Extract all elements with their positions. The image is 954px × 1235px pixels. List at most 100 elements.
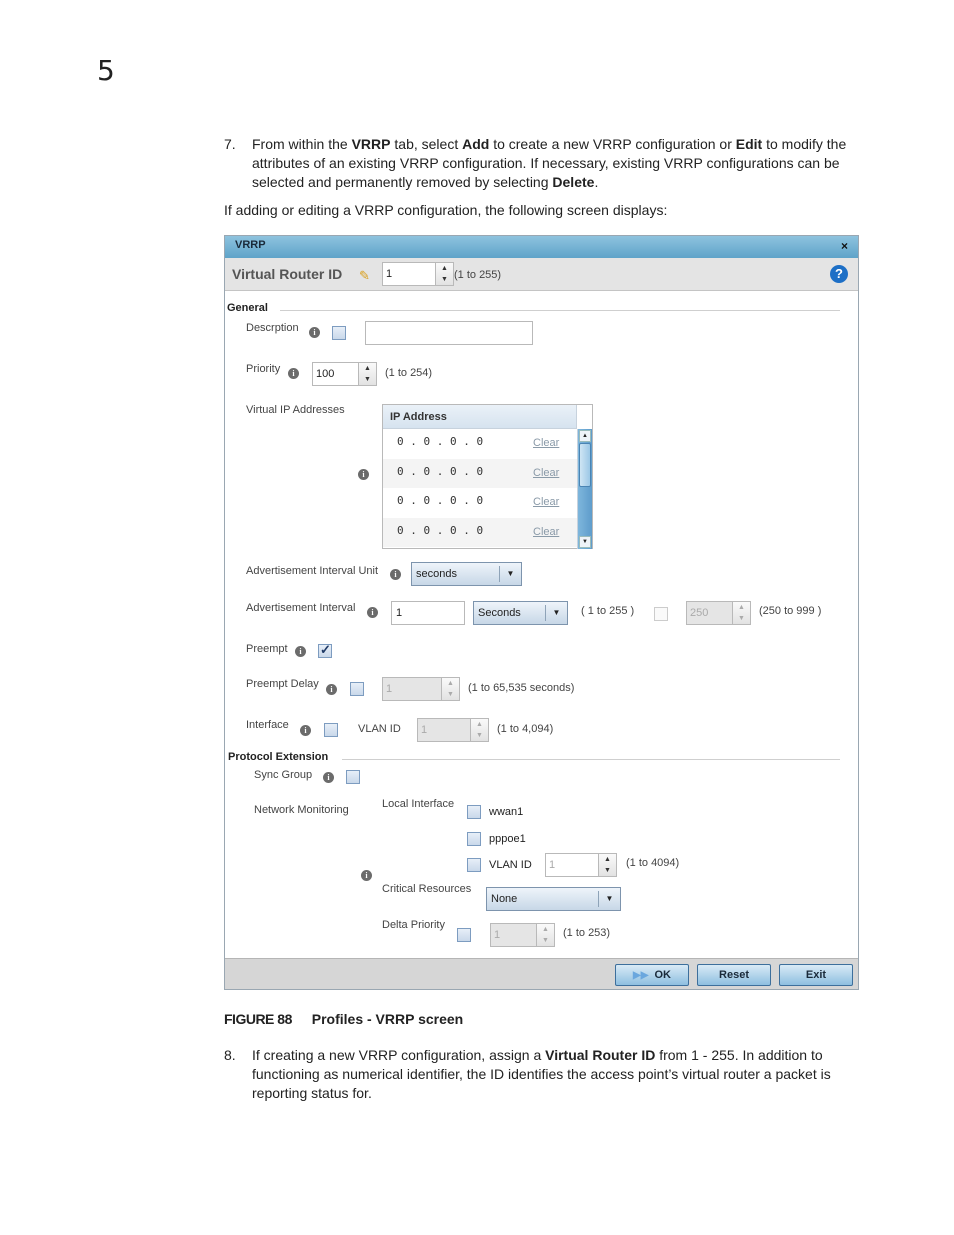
interface-checkbox[interactable] [324, 723, 338, 737]
table-scrollbar[interactable]: ▲ ▼ [577, 429, 592, 549]
dialog-titlebar: VRRP × [225, 236, 858, 258]
delta-priority-stepper[interactable]: 1 ▲ ▼ [490, 923, 555, 947]
table-row: 0 . 0 . 0 . 0 Clear [383, 459, 577, 488]
pppoe1-checkbox[interactable] [467, 832, 481, 846]
preempt-label: Preempt [246, 643, 288, 655]
delta-priority-range: (1 to 253) [563, 927, 611, 939]
ok-label: OK [654, 969, 671, 981]
stepper-value: 1 [386, 268, 393, 280]
text: From within the [252, 136, 352, 152]
info-icon: i [288, 368, 299, 379]
term-delete: Delete [552, 174, 595, 190]
help-icon[interactable]: ? [830, 265, 848, 283]
stepper-down-icon[interactable]: ▼ [733, 613, 750, 624]
clear-link[interactable]: Clear [533, 467, 559, 479]
delta-priority-checkbox[interactable] [457, 928, 471, 942]
stepper-up-icon[interactable]: ▲ [599, 854, 616, 865]
description-input[interactable] [365, 321, 533, 345]
stepper-down-icon[interactable]: ▼ [442, 689, 459, 700]
ok-button[interactable]: ▶▶ OK [615, 964, 689, 986]
wwan1-label: wwan1 [489, 806, 524, 818]
term-vrrp: VRRP [351, 136, 391, 152]
dialog-footer: ▶▶ OK Reset Exit [225, 958, 858, 989]
table-row: 0 . 0 . 0 . 0 Clear [383, 518, 577, 547]
chapter-number: 5 [97, 54, 115, 87]
info-icon: i [300, 725, 311, 736]
adv-interval-unit-label: Advertisement Interval Unit [246, 565, 379, 577]
stepper-down-icon[interactable]: ▼ [359, 374, 376, 385]
stepper-up-icon[interactable]: ▲ [442, 678, 459, 689]
clear-link[interactable]: Clear [533, 496, 559, 508]
critical-resources-select[interactable]: None ▼ [486, 887, 621, 911]
scroll-up-icon[interactable]: ▲ [579, 430, 591, 442]
nm-vlan-label: VLAN ID [489, 859, 532, 871]
stepper-up-icon[interactable]: ▲ [471, 719, 488, 730]
adv-interval-input[interactable]: 1 [391, 601, 465, 625]
close-icon[interactable]: × [841, 239, 848, 253]
description-label: Descrption [246, 322, 299, 334]
priority-range: (1 to 254) [385, 367, 433, 379]
priority-stepper[interactable]: 100 ▲ ▼ [312, 362, 377, 386]
ip-address-header: IP Address [383, 405, 577, 429]
stepper-down-icon[interactable]: ▼ [436, 274, 453, 285]
ip-address-input[interactable]: 0 . 0 . 0 . 0 [397, 494, 483, 507]
virtual-router-id-stepper[interactable]: 1 ▲ ▼ [382, 262, 454, 286]
ip-address-input[interactable]: 0 . 0 . 0 . 0 [397, 465, 483, 478]
chevron-down-icon: ▼ [499, 566, 521, 582]
info-icon: i [361, 870, 372, 881]
scroll-down-icon[interactable]: ▼ [579, 536, 591, 548]
stepper-up-icon[interactable]: ▲ [436, 263, 453, 274]
adv-interval-unit-dropdown[interactable]: Seconds ▼ [473, 601, 568, 625]
fast-forward-icon: ▶▶ [633, 970, 649, 981]
stepper-down-icon[interactable]: ▼ [599, 865, 616, 876]
ip-address-input[interactable]: 0 . 0 . 0 . 0 [397, 435, 483, 448]
stepper-value: 1 [421, 724, 428, 736]
stepper-value: 1 [386, 683, 393, 695]
ip-address-table: IP Address 0 . 0 . 0 . 0 Clear 0 . 0 . 0… [382, 404, 593, 549]
stepper-down-icon[interactable]: ▼ [471, 730, 488, 741]
term-virtual-router-id: Virtual Router ID [545, 1047, 656, 1063]
stepper-up-icon[interactable]: ▲ [537, 924, 554, 935]
section-general: General [227, 302, 268, 314]
sync-group-checkbox[interactable] [346, 770, 360, 784]
nm-vlan-stepper[interactable]: 1 ▲ ▼ [545, 853, 617, 877]
wwan1-checkbox[interactable] [467, 805, 481, 819]
critical-resources-label: Critical Resources [382, 883, 472, 895]
preempt-checkbox[interactable] [318, 642, 332, 658]
adv-ms-range: (250 to 999 ) [759, 605, 822, 617]
adv-interval-range: ( 1 to 255 ) [581, 605, 635, 617]
vrrp-dialog: VRRP × Virtual Router ID ✎ 1 ▲ ▼ (1 to 25… [224, 235, 859, 990]
figure-title: Profiles - VRRP screen [311, 1011, 464, 1027]
description-checkbox[interactable] [332, 326, 346, 340]
scroll-thumb[interactable] [579, 443, 591, 487]
text: tab, select [390, 136, 463, 152]
stepper-value: 1 [494, 929, 501, 941]
preempt-delay-stepper[interactable]: 1 ▲ ▼ [382, 677, 460, 701]
nm-vlan-checkbox[interactable] [467, 858, 481, 872]
text: . [594, 174, 599, 190]
clear-link[interactable]: Clear [533, 437, 559, 449]
stepper-down-icon[interactable]: ▼ [537, 935, 554, 946]
preempt-delay-label: Preempt Delay [246, 678, 319, 690]
stepper-up-icon[interactable]: ▲ [733, 602, 750, 613]
ip-address-input[interactable]: 0 . 0 . 0 . 0 [397, 524, 483, 537]
info-icon: i [295, 646, 306, 657]
chevron-down-icon: ▼ [545, 605, 567, 621]
exit-button[interactable]: Exit [779, 964, 853, 986]
adv-interval-unit-select[interactable]: seconds ▼ [411, 562, 522, 586]
text: If creating a new VRRP configuration, as… [252, 1047, 546, 1063]
dialog-title: VRRP [235, 239, 266, 251]
reset-button[interactable]: Reset [697, 964, 771, 986]
local-interface-label: Local Interface [382, 798, 455, 810]
adv-ms-checkbox[interactable] [654, 607, 668, 621]
adv-ms-stepper[interactable]: 250 ▲ ▼ [686, 601, 751, 625]
info-icon: i [326, 684, 337, 695]
info-icon: i [323, 772, 334, 783]
stepper-up-icon[interactable]: ▲ [359, 363, 376, 374]
table-row: 0 . 0 . 0 . 0 Clear [383, 488, 577, 517]
clear-link[interactable]: Clear [533, 526, 559, 538]
vlan-id-stepper[interactable]: 1 ▲ ▼ [417, 718, 489, 742]
dialog-body: General Descrption i Priority i 100 ▲ ▼ (… [225, 292, 858, 959]
figure-caption: FIGURE 88 Profiles - VRRP screen [224, 1010, 463, 1029]
preempt-delay-checkbox[interactable] [350, 682, 364, 696]
